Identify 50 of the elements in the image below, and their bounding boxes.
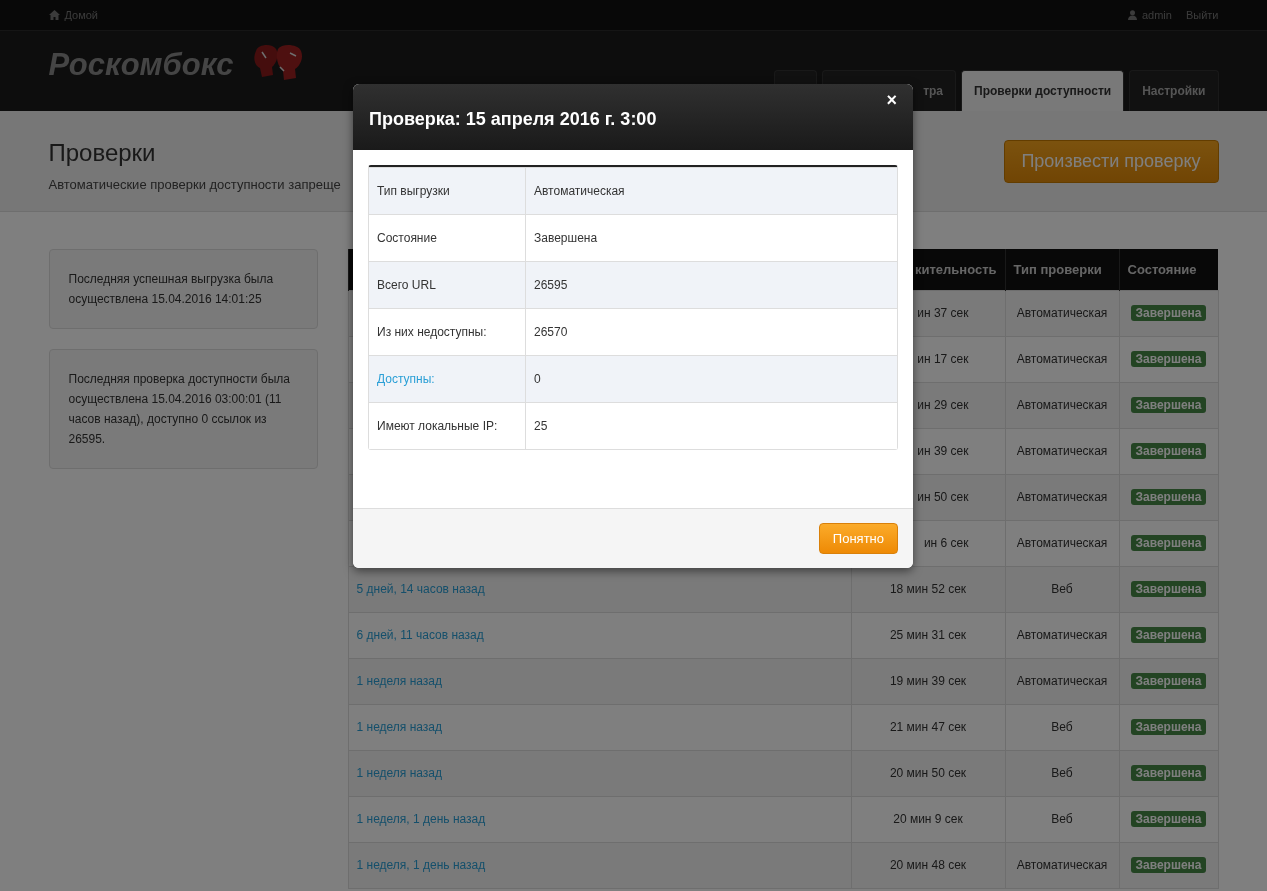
- status-label: Завершена: [1131, 811, 1206, 827]
- table-cell: 25 мин 31 сек: [851, 612, 1005, 658]
- modal-title: Проверка: 15 апреля 2016 г. 3:00: [369, 107, 657, 130]
- detail-value: 25: [526, 402, 897, 449]
- detail-value: 26570: [526, 308, 897, 355]
- column-header: Тип проверки: [1005, 249, 1119, 290]
- status-label: Завершена: [1131, 351, 1206, 367]
- detail-label: Всего URL: [377, 278, 436, 292]
- table-cell: Автоматическая: [1005, 842, 1119, 888]
- table-cell: 20 мин 9 сек: [851, 796, 1005, 842]
- status-label: Завершена: [1131, 765, 1206, 781]
- table-cell: Веб: [1005, 704, 1119, 750]
- detail-value: 0: [526, 355, 897, 402]
- table-cell: Веб: [1005, 796, 1119, 842]
- status-label: Завершена: [1131, 535, 1206, 551]
- table-cell: Автоматическая: [1005, 382, 1119, 428]
- status-label: Завершена: [1131, 581, 1206, 597]
- detail-value: Завершена: [526, 214, 897, 261]
- info-card: Последняя успешная выгрузка была осуществлена 15.04.2016 14:01:25: [48, 249, 318, 329]
- status-label: Завершена: [1131, 443, 1206, 459]
- table-cell: Автоматическая: [1005, 428, 1119, 474]
- table-cell: Веб: [1005, 566, 1119, 612]
- table-cell: 20 мин 50 сек: [851, 750, 1005, 796]
- status-label: Завершена: [1131, 305, 1206, 321]
- page-subtitle: Автоматические проверки доступности запреще: [48, 176, 341, 192]
- table-cell: Автоматическая: [1005, 612, 1119, 658]
- table-cell: Автоматическая: [1005, 520, 1119, 566]
- column-header: Состояние: [1119, 249, 1218, 290]
- table-cell: Автоматическая: [1005, 658, 1119, 704]
- page-title: Проверки: [48, 138, 157, 167]
- info-card: Последняя проверка доступности была осуществлена 15.04.2016 03:00:01 (11 часов назад), доступно 0 ссылок из 26595.: [48, 349, 318, 469]
- table-cell: Автоматическая: [1005, 336, 1119, 382]
- detail-value: 26595: [526, 261, 897, 308]
- detail-label: Имеют локальные IP:: [377, 419, 498, 433]
- status-label: Завершена: [1131, 857, 1206, 873]
- table-cell: Веб: [1005, 750, 1119, 796]
- table-cell: 21 мин 47 сек: [851, 704, 1005, 750]
- detail-label: Состояние: [377, 231, 437, 245]
- status-label: Завершена: [1131, 397, 1206, 413]
- status-label: Завершена: [1131, 673, 1206, 689]
- detail-label: Из них недоступны:: [377, 325, 487, 339]
- table-cell: Автоматическая: [1005, 474, 1119, 520]
- table-cell: Автоматическая: [1005, 290, 1119, 336]
- table-cell: 20 мин 48 сек: [851, 842, 1005, 888]
- status-label: Завершена: [1131, 627, 1206, 643]
- detail-value: Автоматическая: [526, 167, 897, 214]
- table-cell: 19 мин 39 сек: [851, 658, 1005, 704]
- status-label: Завершена: [1131, 489, 1206, 505]
- detail-label: Тип выгрузки: [377, 184, 450, 198]
- status-label: Завершена: [1131, 719, 1206, 735]
